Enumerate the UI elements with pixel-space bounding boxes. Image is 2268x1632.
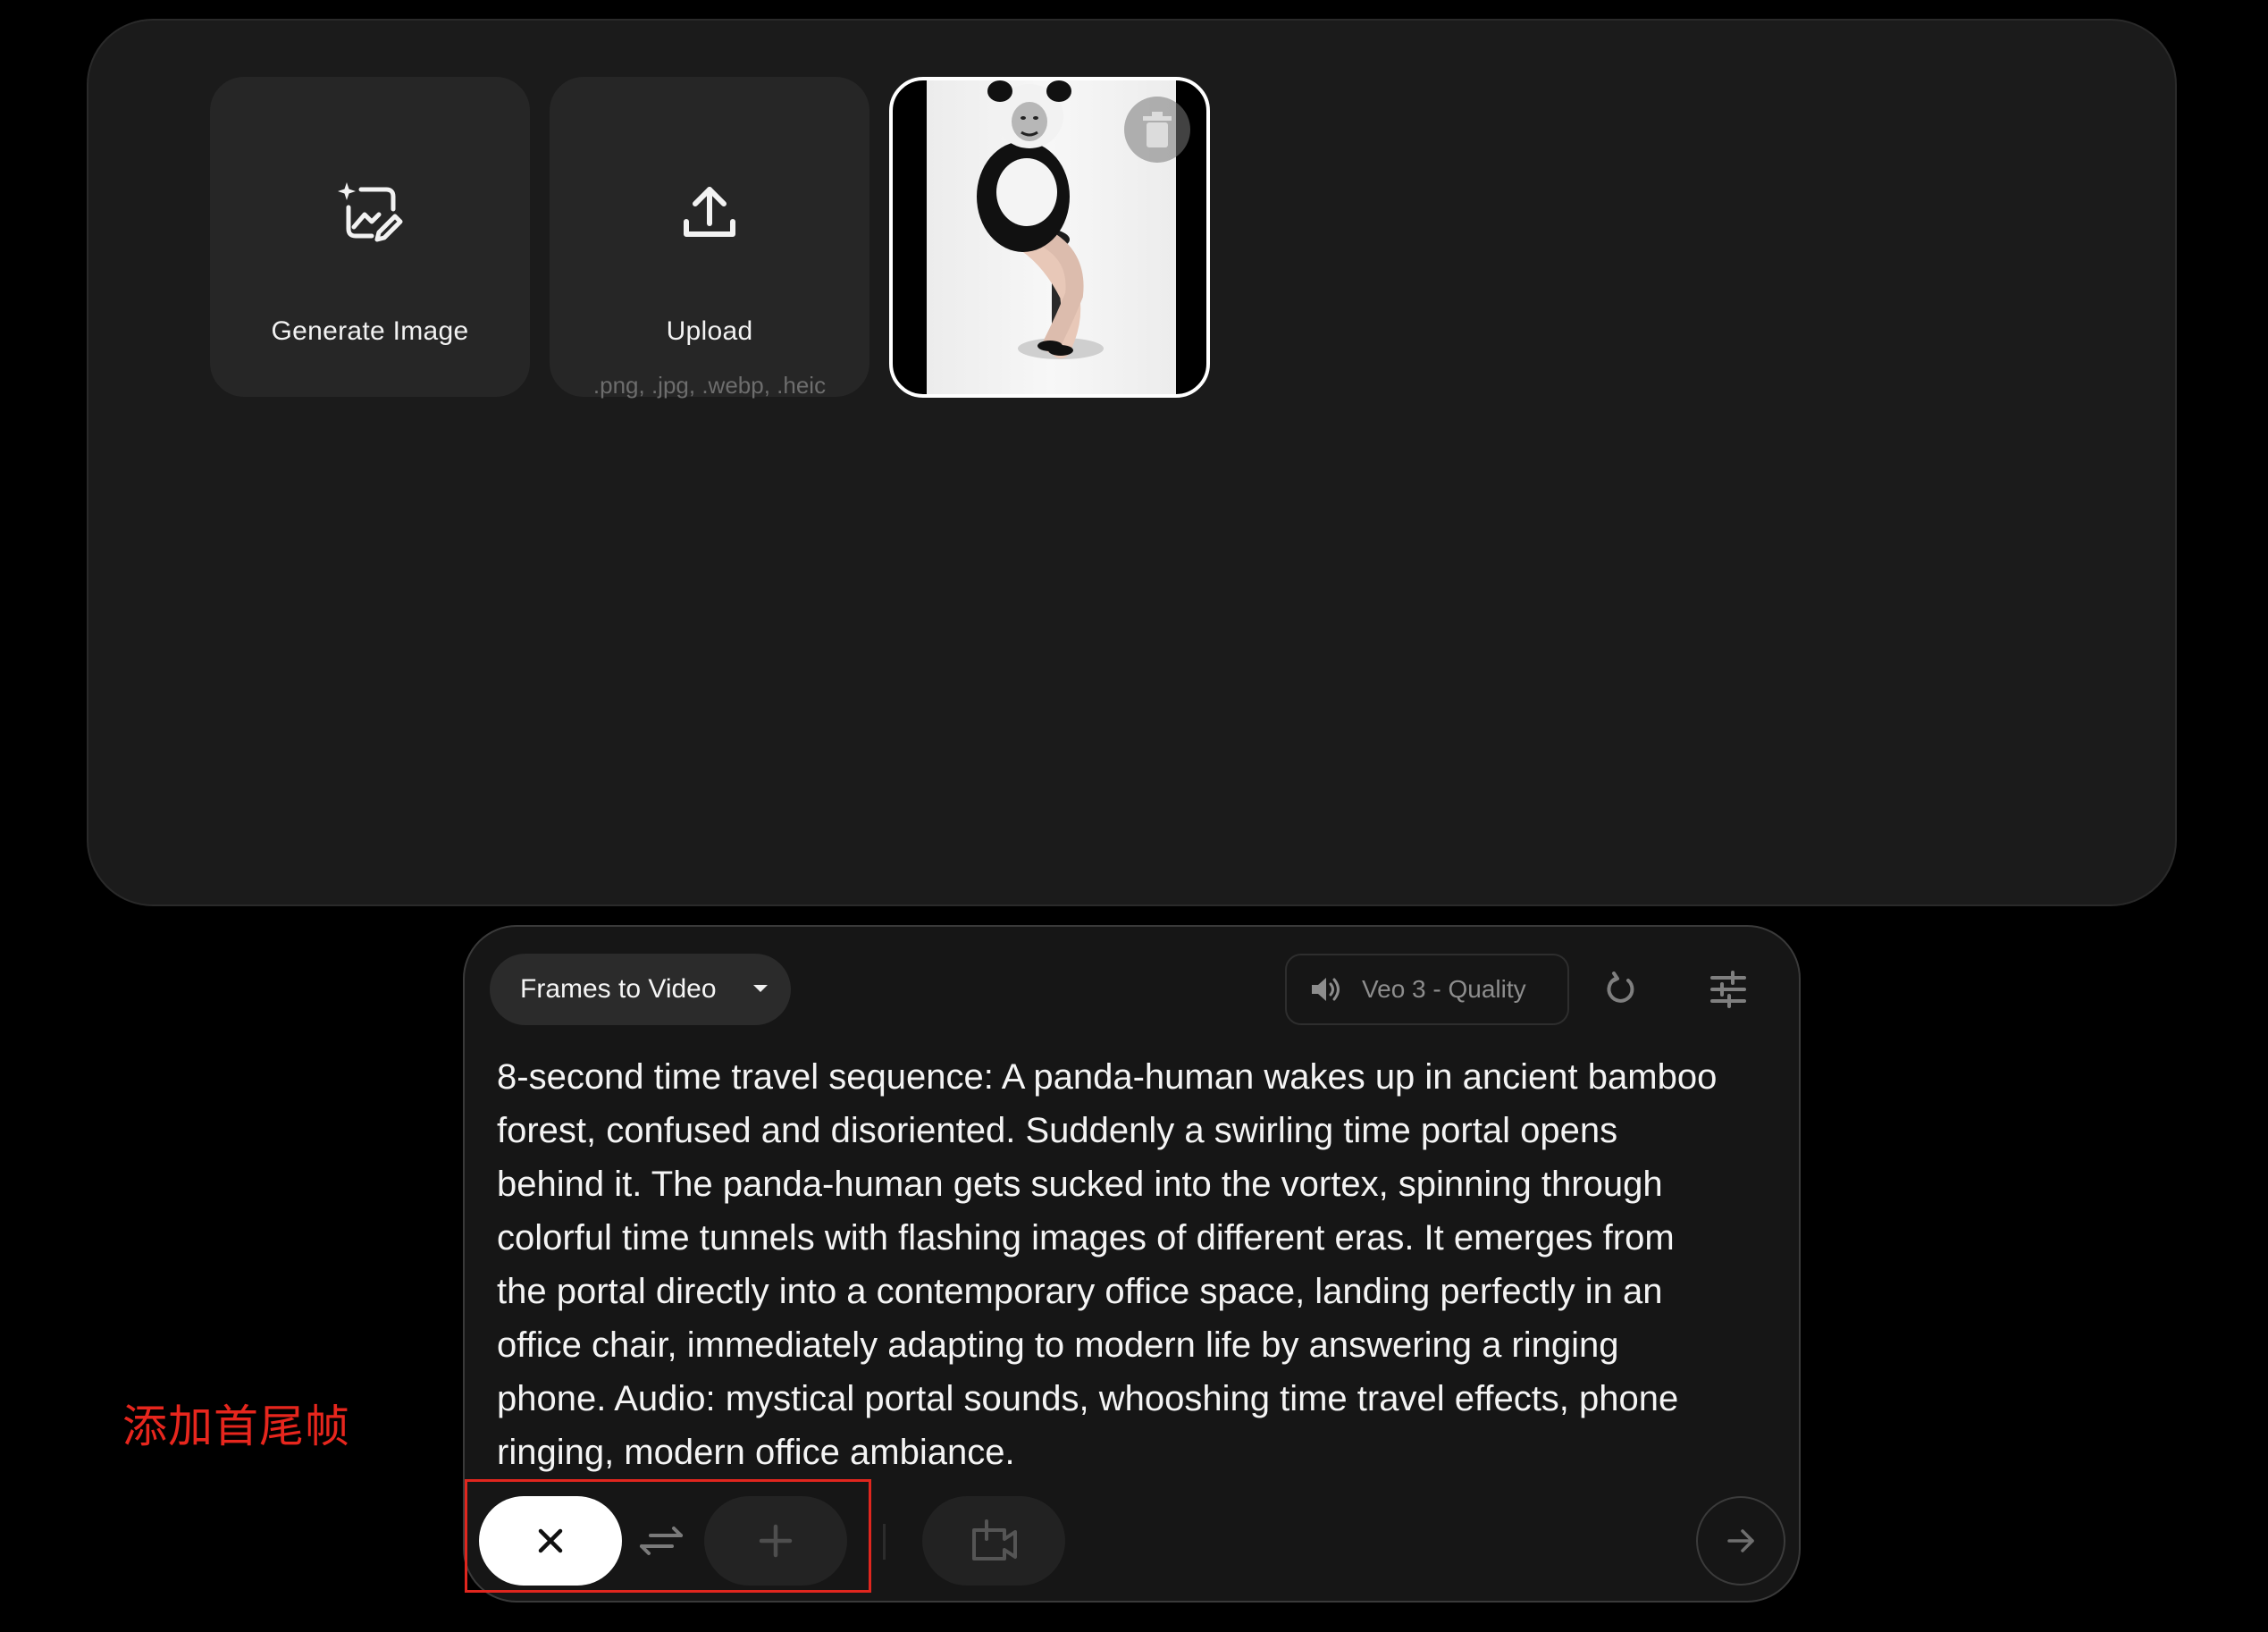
generate-image-label: Generate Image (271, 316, 469, 346)
trash-icon (1143, 112, 1172, 147)
model-selector-chip[interactable]: Veo 3 - Quality (1285, 954, 1569, 1025)
upload-icon (684, 187, 735, 237)
add-to-scene-button[interactable] (922, 1496, 1065, 1586)
upload-tile[interactable]: Upload .png, .jpg, .webp, .heic (550, 77, 869, 399)
toolbar-divider (883, 1524, 886, 1560)
mode-dropdown-label: Frames to Video (520, 974, 717, 1004)
image-sparkle-edit-icon (338, 182, 403, 242)
tune-icon (1710, 971, 1746, 1008)
model-chip-label: Veo 3 - Quality (1362, 975, 1526, 1003)
prompt-textarea[interactable]: 8-second time travel sequence: A panda-h… (497, 1050, 1775, 1479)
upload-formats: .png, .jpg, .webp, .heic (592, 372, 827, 399)
upload-label: Upload (666, 316, 753, 346)
refresh-icon (1607, 972, 1634, 1003)
delete-image-button[interactable] (1124, 97, 1190, 163)
settings-button[interactable] (1703, 964, 1753, 1014)
selected-image-thumbnail[interactable] (889, 77, 1210, 398)
send-button[interactable] (1696, 1496, 1785, 1586)
mode-dropdown[interactable]: Frames to Video (490, 954, 791, 1025)
volume-icon (1312, 978, 1340, 1001)
caret-down-icon (753, 985, 768, 992)
video-add-icon (972, 1519, 1017, 1560)
annotation-label: 添加首尾帧 (122, 1401, 350, 1452)
media-panel: Generate Image Upload .png, .jpg, .webp,… (87, 19, 2177, 906)
annotation-highlight-box (465, 1479, 871, 1593)
refresh-button[interactable] (1596, 964, 1646, 1014)
generate-image-tile[interactable]: Generate Image (210, 77, 530, 397)
arrow-right-icon (1727, 1529, 1754, 1552)
